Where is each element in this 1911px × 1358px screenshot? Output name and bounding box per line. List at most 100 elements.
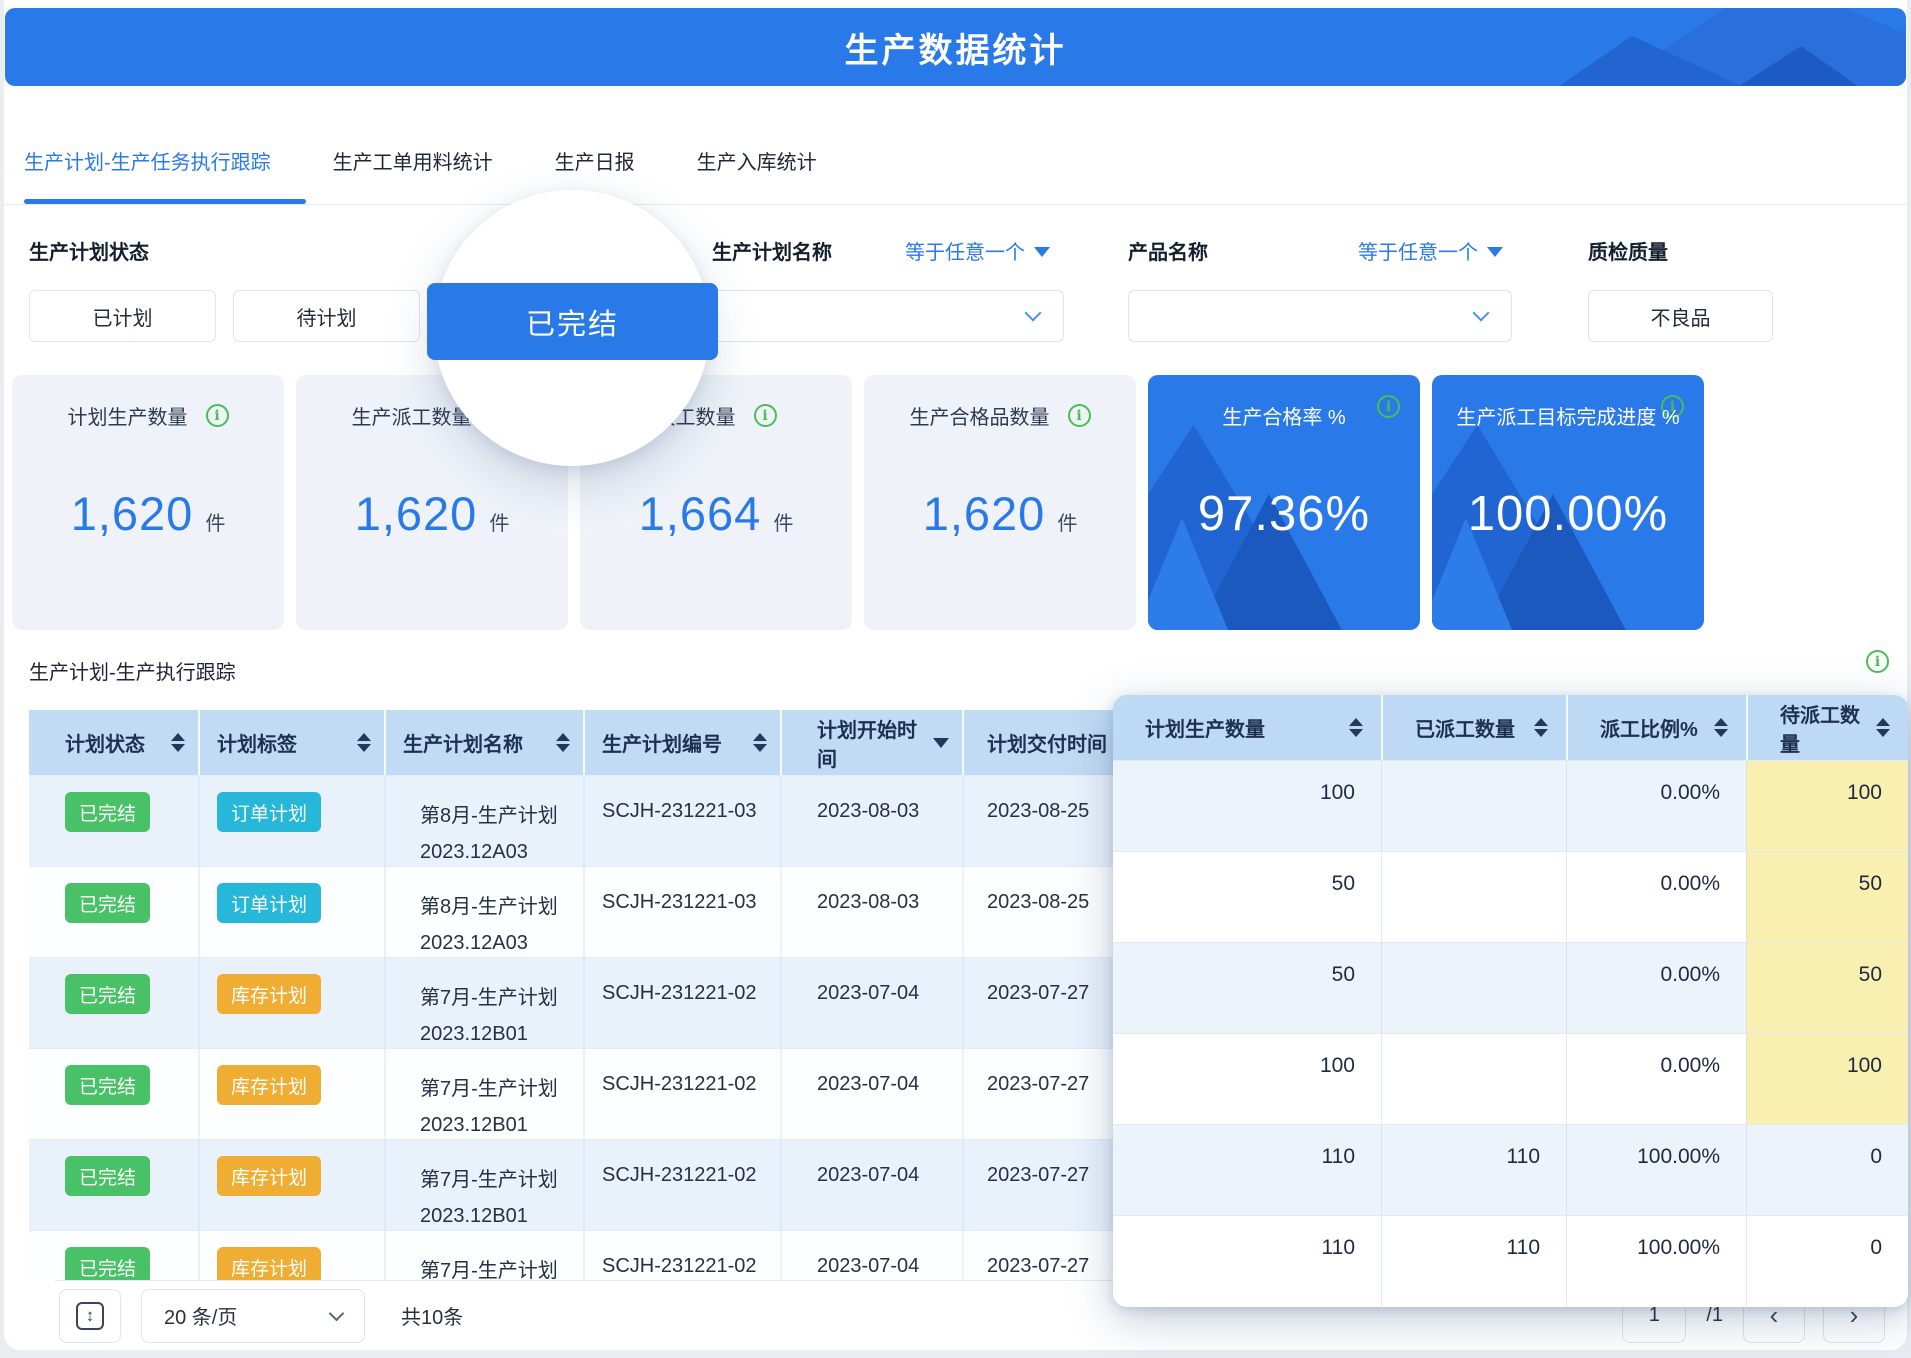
plan-code-cell: SCJH-231221-02 <box>583 1140 780 1230</box>
dispatch-ratio-cell: 0.00% <box>1566 852 1746 942</box>
page-of-label: /1 <box>1706 1304 1723 1327</box>
plan-name-select[interactable] <box>712 290 1064 342</box>
product-name-operator[interactable]: 等于任意一个 <box>1358 236 1503 265</box>
product-name-label: 产品名称 <box>1128 236 1208 265</box>
filter-option-completed[interactable]: 已完结 <box>427 283 718 360</box>
stat-card-dispatch-progress: i 生产派工目标完成进度 % 100.00% <box>1432 375 1704 630</box>
page-size-select[interactable]: 20 条/页 <box>141 1289 365 1343</box>
status-badge: 已完结 <box>65 974 150 1014</box>
sort-desc-icon[interactable] <box>933 738 949 748</box>
column-header-plan-status[interactable]: 计划状态 <box>29 710 198 775</box>
plan-name-operator[interactable]: 等于任意一个 <box>905 236 1050 265</box>
column-header-dispatched-qty[interactable]: 已派工数量 <box>1381 695 1566 760</box>
info-icon[interactable]: i <box>1068 404 1091 427</box>
tag-badge: 库存计划 <box>217 974 321 1014</box>
column-header-plan-name[interactable]: 生产计划名称 <box>384 710 583 775</box>
tag-badge: 订单计划 <box>217 792 321 832</box>
total-count-label: 共10条 <box>401 1301 463 1330</box>
status-badge: 已完结 <box>65 792 150 832</box>
filter-option-to-plan[interactable]: 待计划 <box>233 290 420 342</box>
planned-qty-cell: 50 <box>1113 852 1381 942</box>
panel-row[interactable]: 110 110 100.00% 0 <box>1113 1215 1908 1306</box>
caret-down-icon <box>1034 247 1050 257</box>
stat-card-qualified-qty: 生产合格品数量 i 1,620 件 <box>864 375 1136 630</box>
sort-icon[interactable] <box>1876 718 1890 737</box>
plan-name-cell: 第8月-生产计划 2023.12A03 <box>384 867 583 957</box>
panel-row[interactable]: 110 110 100.00% 0 <box>1113 1124 1908 1215</box>
filter-option-planned[interactable]: 已计划 <box>29 290 216 342</box>
sort-icon[interactable] <box>1534 718 1548 737</box>
stat-cards: 计划生产数量 i 1,620 件 生产派工数量 i 1,620 件 报工数量 i… <box>12 375 1704 630</box>
plan-code-cell: SCJH-231221-02 <box>583 958 780 1048</box>
dispatched-qty-cell <box>1381 943 1566 1033</box>
header-decoration <box>1386 8 1906 86</box>
pending-qty-cell: 0 <box>1746 1125 1908 1215</box>
plan-name-cell: 第7月-生产计划 2023.12B01 <box>384 1231 583 1280</box>
plan-code-cell: SCJH-231221-03 <box>583 776 780 866</box>
dispatched-qty-cell <box>1381 761 1566 851</box>
sort-icon[interactable] <box>1349 718 1363 737</box>
panel-row[interactable]: 50 0.00% 50 <box>1113 851 1908 942</box>
planned-qty-cell: 110 <box>1113 1125 1381 1215</box>
plan-code-cell: SCJH-231221-02 <box>583 1049 780 1139</box>
column-header-dispatch-ratio[interactable]: 派工比例% <box>1566 695 1746 760</box>
stat-card-unit: 件 <box>773 507 793 536</box>
start-date-cell: 2023-08-03 <box>780 867 962 957</box>
status-badge: 已完结 <box>65 1065 150 1105</box>
dispatch-ratio-cell: 0.00% <box>1566 1034 1746 1124</box>
pending-qty-cell: 0 <box>1746 1216 1908 1306</box>
stat-card-value: 1,620 <box>71 486 194 541</box>
plan-name-cell: 第7月-生产计划 2023.12B01 <box>384 958 583 1048</box>
tag-badge: 库存计划 <box>217 1247 321 1280</box>
product-name-select[interactable] <box>1128 290 1512 342</box>
pending-qty-cell: 50 <box>1746 852 1908 942</box>
sort-icon[interactable] <box>171 733 185 752</box>
tag-badge: 库存计划 <box>217 1065 321 1105</box>
column-header-pending-qty[interactable]: 待派工数量 <box>1746 695 1908 760</box>
stat-card-pass-rate: i 生产合格率 % 97.36% <box>1148 375 1420 630</box>
panel-row[interactable]: 100 0.00% 100 <box>1113 760 1908 851</box>
filter-option-defective[interactable]: 不良品 <box>1588 290 1773 342</box>
caret-down-icon <box>1487 247 1503 257</box>
stat-card-planned-qty: 计划生产数量 i 1,620 件 <box>12 375 284 630</box>
page-size-value: 20 条/页 <box>164 1301 237 1330</box>
status-badge: 已完结 <box>65 883 150 923</box>
tab-production-plan-tracking[interactable]: 生产计划-生产任务执行跟踪 <box>24 146 271 175</box>
start-date-cell: 2023-08-03 <box>780 776 962 866</box>
tab-warehouse-stats[interactable]: 生产入库统计 <box>697 146 817 175</box>
active-tab-underline <box>24 199 306 204</box>
planned-qty-cell: 100 <box>1113 1034 1381 1124</box>
plan-code-cell: SCJH-231221-02 <box>583 1231 780 1280</box>
pending-qty-cell: 100 <box>1746 761 1908 851</box>
row-height-icon: ↕ <box>76 1302 104 1330</box>
tab-daily-report[interactable]: 生产日报 <box>555 146 635 175</box>
row-height-button[interactable]: ↕ <box>59 1289 121 1343</box>
product-name-operator-text: 等于任意一个 <box>1358 236 1478 265</box>
panel-header-row: 计划生产数量 已派工数量 派工比例% 待派工数量 <box>1113 695 1908 760</box>
status-badge: 已完结 <box>65 1247 150 1280</box>
start-date-cell: 2023-07-04 <box>780 1140 962 1230</box>
column-header-planned-qty[interactable]: 计划生产数量 <box>1113 695 1381 760</box>
stat-card-title: 生产合格品数量 <box>910 401 1050 430</box>
sort-icon[interactable] <box>1714 718 1728 737</box>
sort-icon[interactable] <box>556 733 570 752</box>
column-header-plan-tag[interactable]: 计划标签 <box>198 710 384 775</box>
panel-row[interactable]: 100 0.00% 100 <box>1113 1033 1908 1124</box>
sort-icon[interactable] <box>753 733 767 752</box>
dispatched-qty-cell: 110 <box>1381 1216 1566 1306</box>
stat-card-unit: 件 <box>1057 507 1077 536</box>
info-icon[interactable]: i <box>206 404 229 427</box>
tag-badge: 订单计划 <box>217 883 321 923</box>
column-header-plan-code[interactable]: 生产计划编号 <box>583 710 780 775</box>
plan-name-operator-text: 等于任意一个 <box>905 236 1025 265</box>
info-icon[interactable]: i <box>754 404 777 427</box>
column-header-start-date[interactable]: 计划开始时间 <box>780 710 962 775</box>
stat-card-title: 生产合格率 % <box>1222 401 1345 430</box>
panel-row[interactable]: 50 0.00% 50 <box>1113 942 1908 1033</box>
stat-card-title: 生产派工目标完成进度 % <box>1456 401 1679 430</box>
info-icon[interactable]: i <box>1866 650 1889 673</box>
stat-card-title: 计划生产数量 <box>68 401 188 430</box>
dispatch-ratio-cell: 100.00% <box>1566 1125 1746 1215</box>
sort-icon[interactable] <box>357 733 371 752</box>
tab-workorder-material-stats[interactable]: 生产工单用料统计 <box>333 146 493 175</box>
